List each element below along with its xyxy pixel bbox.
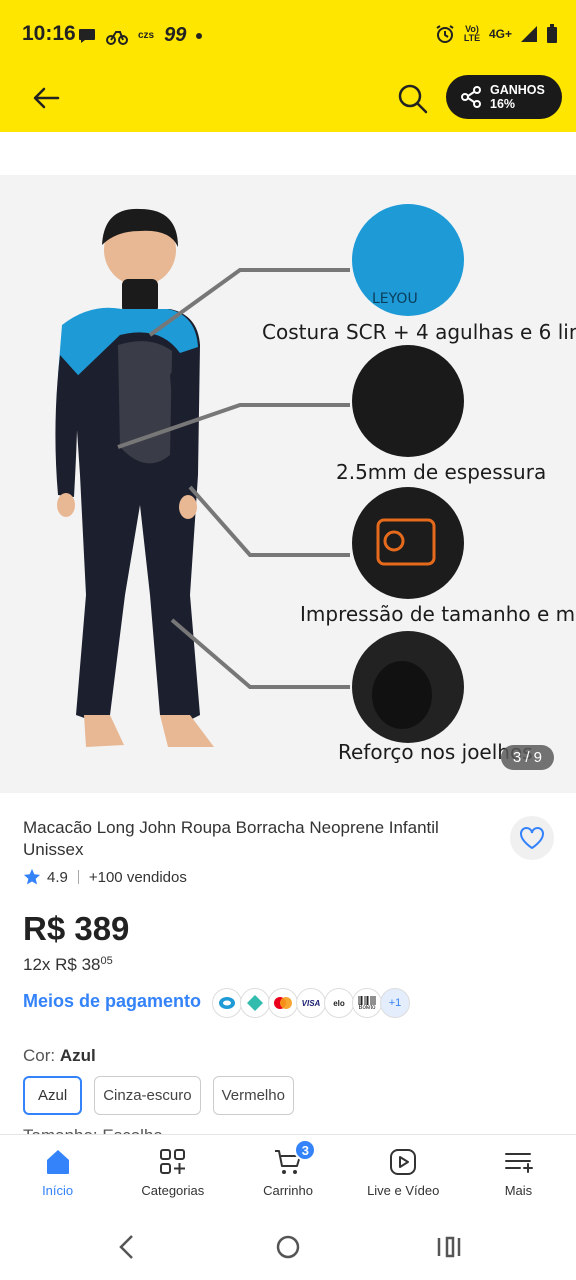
boleto-icon: Boleto bbox=[352, 988, 382, 1018]
system-back-icon[interactable] bbox=[116, 1234, 138, 1260]
product-image: LEYOU Costura SCR + 4 agulhas e 6 linhas… bbox=[0, 175, 576, 793]
search-icon bbox=[398, 84, 428, 114]
network-label: 4G+ bbox=[488, 27, 512, 41]
play-video-icon bbox=[390, 1149, 417, 1175]
rating-separator bbox=[77, 870, 79, 884]
sold-count: +100 vendidos bbox=[88, 868, 187, 886]
image-pager: 3 / 9 bbox=[500, 745, 554, 770]
menu-plus-icon bbox=[505, 1153, 534, 1173]
status-dot bbox=[196, 32, 203, 39]
variant-vermelho[interactable]: Vermelho bbox=[212, 1076, 294, 1115]
star-icon bbox=[23, 868, 41, 885]
categories-icon bbox=[159, 1149, 185, 1174]
elo-icon: elo bbox=[324, 988, 354, 1018]
heart-icon bbox=[520, 827, 544, 850]
boleto-label: Boleto bbox=[358, 1004, 376, 1011]
status-time: 10:16 bbox=[22, 22, 76, 45]
nav-inicio[interactable]: Início bbox=[0, 1135, 115, 1214]
back-button[interactable] bbox=[28, 80, 64, 116]
nav-carrinho[interactable]: 3 Carrinho bbox=[230, 1135, 345, 1214]
more-payments-badge: +1 bbox=[380, 988, 410, 1018]
rating-value: 4.9 bbox=[47, 868, 68, 886]
variant-azul[interactable]: Azul bbox=[23, 1076, 83, 1115]
installments-main: 12x R$ 38 bbox=[23, 955, 101, 974]
nav-mais[interactable]: Mais bbox=[461, 1135, 576, 1214]
pix-icon bbox=[240, 988, 270, 1018]
battery-icon bbox=[547, 24, 557, 43]
signal-icon bbox=[521, 26, 537, 42]
volte-label: Vo) LTE bbox=[463, 24, 481, 43]
system-home-icon[interactable] bbox=[276, 1235, 300, 1259]
size-label-peek: Tamanho: Escolha bbox=[23, 1126, 163, 1134]
nav-categorias[interactable]: Categorias bbox=[115, 1135, 230, 1214]
swatch-brand-label: LEYOU bbox=[372, 291, 418, 307]
system-recents-icon[interactable] bbox=[436, 1236, 462, 1258]
system-nav-bar bbox=[0, 1214, 576, 1280]
alarm-icon bbox=[436, 25, 454, 43]
bank-icon bbox=[212, 988, 242, 1018]
product-image-gallery[interactable]: LEYOU Costura SCR + 4 agulhas e 6 linhas… bbox=[0, 175, 576, 793]
search-button[interactable] bbox=[394, 80, 430, 116]
nav-live-video[interactable]: Live e Vídeo bbox=[346, 1135, 461, 1214]
status-left-icons: czs 99 bbox=[78, 24, 203, 47]
ganhos-line2: 16% bbox=[490, 97, 516, 111]
share-earnings-button[interactable]: GANHOS 16% bbox=[446, 75, 562, 119]
callout-stitching: Costura SCR + 4 agulhas e 6 linhas bbox=[262, 320, 576, 344]
bottom-nav: Início Categorias 3 Carrinho Live e Víde… bbox=[0, 1134, 576, 1214]
product-title: Macacão Long John Roupa Borracha Neopren… bbox=[23, 818, 439, 859]
installments: 12x R$ 3805 bbox=[23, 955, 113, 975]
color-label-prefix: Cor: bbox=[23, 1046, 56, 1065]
arrow-left-icon bbox=[33, 87, 60, 109]
status-99-label: 99 bbox=[164, 24, 187, 46]
nav-label-categorias: Categorias bbox=[141, 1183, 205, 1198]
rating-row[interactable]: 4.9 +100 vendidos bbox=[23, 868, 187, 886]
status-app-label: czs bbox=[138, 30, 155, 41]
chat-bubble-icon bbox=[79, 28, 95, 43]
nav-label-inicio: Início bbox=[42, 1183, 74, 1198]
ganhos-line1: GANHOS bbox=[490, 83, 545, 97]
mastercard-icon bbox=[268, 988, 298, 1018]
nav-label-live-video: Live e Vídeo bbox=[367, 1183, 440, 1198]
variant-cinza-escuro[interactable]: Cinza-escuro bbox=[94, 1076, 201, 1115]
product-price: R$ 389 bbox=[23, 910, 130, 947]
nav-label-mais: Mais bbox=[504, 1183, 533, 1198]
status-bar: 10:16 czs 99 Vo) LTE 4G+ bbox=[0, 14, 576, 58]
callout-thickness: 2.5mm de espessura bbox=[336, 460, 546, 484]
nav-label-carrinho: Carrinho bbox=[263, 1183, 313, 1198]
visa-icon: VISA bbox=[296, 988, 326, 1018]
cart-count-badge: 3 bbox=[294, 1139, 317, 1161]
installments-cents: 05 bbox=[100, 955, 113, 967]
callout-size-print: Impressão de tamanho e mm bbox=[300, 602, 576, 626]
ganhos-label: GANHOS 16% bbox=[490, 83, 545, 111]
status-right-icons: Vo) LTE 4G+ bbox=[435, 24, 558, 44]
color-label: Cor: Azul bbox=[23, 1046, 96, 1066]
favorite-button[interactable] bbox=[510, 816, 554, 860]
motorcycle-icon bbox=[106, 30, 128, 45]
payment-icons[interactable]: VISA elo Boleto +1 bbox=[212, 988, 410, 1018]
color-value: Azul bbox=[59, 1046, 96, 1065]
home-icon bbox=[46, 1150, 69, 1174]
share-icon bbox=[461, 86, 481, 108]
payment-methods-link[interactable]: Meios de pagamento bbox=[23, 991, 201, 1012]
app-header: 10:16 czs 99 Vo) LTE 4G+ GANHOS 16% bbox=[0, 0, 576, 132]
color-variants: Azul Cinza-escuro Vermelho bbox=[23, 1076, 294, 1115]
